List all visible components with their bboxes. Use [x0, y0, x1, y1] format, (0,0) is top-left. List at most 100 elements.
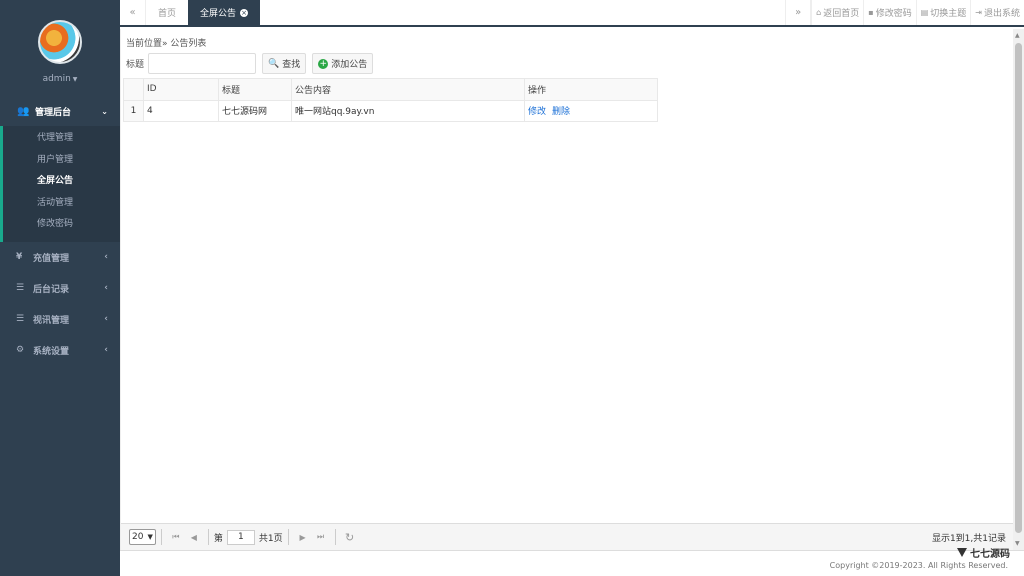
change-password-button[interactable]: ▪ 修改密码 — [863, 0, 915, 25]
tab-scroll-left-button[interactable]: « — [120, 0, 146, 25]
nav-admin-header[interactable]: 👥 管理后台 ⌄ — [0, 96, 120, 126]
edit-link[interactable]: 修改 — [528, 107, 546, 117]
tab-announcements[interactable]: 全屏公告 × — [188, 0, 261, 25]
search-icon: 🔍 — [268, 58, 280, 69]
switch-theme-label: 切换主题 — [930, 9, 967, 19]
lock-icon: ▪ — [868, 8, 874, 17]
column-header-content[interactable]: 公告内容 — [291, 78, 525, 101]
user-menu[interactable]: admin ▼ — [0, 74, 120, 84]
logout-label: 退出系统 — [983, 9, 1020, 19]
search-button-label: 查找 — [282, 60, 301, 70]
title-label: 标题 — [126, 60, 145, 70]
cell-title: 七七源码网 — [218, 99, 292, 122]
divider — [207, 529, 209, 545]
caret-down-icon: ▼ — [72, 76, 78, 83]
main-panel: 当前位置» 公告列表 标题 🔍 查找 + 添加公告 ID 标题 公告内容 操作 1 … — [120, 29, 1014, 550]
logout-button[interactable]: ⇥ 退出系统 — [970, 0, 1024, 25]
yen-icon: ¥ — [16, 252, 23, 263]
close-icon[interactable]: × — [240, 8, 249, 17]
footer: 七七源码 Copyright ©2019-2023. All Rights Re… — [120, 548, 1024, 576]
divider — [160, 529, 162, 545]
page-total: 共1页 — [258, 533, 283, 544]
scrollbar[interactable]: ▲ ▼ — [1013, 29, 1024, 550]
first-page-button[interactable]: ⏮ — [167, 532, 185, 542]
tab-announcements-label: 全屏公告 — [200, 9, 237, 19]
add-announcement-button[interactable]: + 添加公告 — [312, 53, 374, 74]
row-number: 1 — [123, 99, 144, 122]
nav-logs[interactable]: ☰ 后台记录 ‹ — [0, 273, 120, 304]
chevron-down-icon: ⌄ — [101, 106, 108, 116]
change-password-label: 修改密码 — [875, 9, 912, 19]
sidebar-item-announcements[interactable]: 全屏公告 — [3, 171, 120, 193]
sidebar-item-users[interactable]: 用户管理 — [3, 150, 120, 172]
table-header: ID 标题 公告内容 操作 — [123, 78, 658, 101]
nav-logs-label: 后台记录 — [33, 284, 70, 295]
search-button[interactable]: 🔍 查找 — [262, 53, 307, 74]
watermark-logo: 七七源码 — [957, 545, 1010, 560]
chevron-down-icon: ▼ — [147, 533, 153, 541]
nav-video-label: 视讯管理 — [33, 315, 70, 326]
nav-recharge[interactable]: ¥ 充值管理 ‹ — [0, 242, 120, 273]
page-prefix: 第 — [213, 533, 223, 544]
cogs-icon: ⚙ — [16, 345, 25, 356]
tab-scroll-right-button[interactable]: » — [785, 0, 812, 25]
column-header-title[interactable]: 标题 — [218, 78, 292, 101]
watermark-text: 七七源码 — [970, 549, 1010, 560]
chevron-left-icon: ‹ — [104, 283, 108, 294]
topbar: « 首页 全屏公告 × » ⌂ 返回首页 ▪ 修改密码 ▤ 切换主题 ⇥ 退出系统 — [120, 0, 1024, 27]
cell-actions: 修改 删除 — [524, 99, 658, 122]
page-size-value: 20 — [132, 532, 144, 542]
topbar-actions: » ⌂ 返回首页 ▪ 修改密码 ▤ 切换主题 ⇥ 退出系统 — [785, 0, 1024, 25]
nav-settings[interactable]: ⚙ 系统设置 ‹ — [0, 335, 120, 366]
tab-home[interactable]: 首页 — [146, 0, 188, 25]
theme-icon: ▤ — [920, 8, 929, 17]
list-icon: ☰ — [16, 283, 25, 294]
chevron-left-icon: ‹ — [104, 314, 108, 325]
copyright: Copyright ©2019-2023. All Rights Reserve… — [829, 561, 1008, 570]
sidebar-item-activities[interactable]: 活动管理 — [3, 193, 120, 215]
sidebar-item-change-password[interactable]: 修改密码 — [3, 214, 120, 236]
chevron-left-icon: ‹ — [104, 252, 108, 263]
scroll-down-icon[interactable]: ▼ — [1015, 540, 1020, 547]
nav-video[interactable]: ☰ 视讯管理 ‹ — [0, 304, 120, 335]
divider — [334, 529, 336, 545]
chevron-left-icon: ‹ — [104, 345, 108, 356]
prev-page-button[interactable]: ◀ — [185, 533, 203, 542]
announcement-table: ID 标题 公告内容 操作 1 4 七七源码网 唯一网站qq.9ay.vn 修改… — [123, 78, 1011, 122]
scroll-up-icon[interactable]: ▲ — [1015, 32, 1020, 39]
sidebar: admin ▼ 👥 管理后台 ⌄ 代理管理 用户管理 全屏公告 活动管理 修改密码… — [0, 0, 120, 576]
indent-icon: ☰ — [16, 314, 25, 325]
submenu: 代理管理 用户管理 全屏公告 活动管理 修改密码 — [3, 126, 120, 242]
column-header-rownum — [123, 78, 144, 101]
column-header-id[interactable]: ID — [143, 78, 219, 101]
nav-recharge-label: 充值管理 — [33, 253, 70, 264]
delete-link[interactable]: 删除 — [552, 107, 570, 117]
title-search-input[interactable] — [148, 53, 257, 74]
nav-admin-label: 管理后台 — [35, 107, 72, 118]
add-announcement-label: 添加公告 — [331, 60, 368, 70]
switch-theme-button[interactable]: ▤ 切换主题 — [915, 0, 971, 25]
divider — [287, 529, 289, 545]
next-page-button[interactable]: ▶ — [294, 533, 312, 542]
refresh-button[interactable]: ↻ — [341, 531, 359, 544]
page-number-input[interactable]: 1 — [226, 529, 255, 545]
return-home-label: 返回首页 — [823, 9, 860, 19]
search-toolbar: 标题 🔍 查找 + 添加公告 — [126, 53, 374, 74]
home-icon: ⌂ — [816, 8, 822, 17]
last-page-button[interactable]: ⏭ — [312, 532, 330, 542]
return-home-button[interactable]: ⌂ 返回首页 — [811, 0, 863, 25]
sidebar-item-agents[interactable]: 代理管理 — [3, 128, 120, 150]
cell-content: 唯一网站qq.9ay.vn — [291, 99, 525, 122]
nav-group-admin: 👥 管理后台 ⌄ 代理管理 用户管理 全屏公告 活动管理 修改密码 — [0, 96, 120, 242]
nav-settings-label: 系统设置 — [33, 346, 70, 357]
scrollbar-thumb[interactable] — [1015, 43, 1022, 533]
page-size-select[interactable]: 20 ▼ — [129, 529, 156, 545]
avatar[interactable] — [38, 20, 82, 64]
signout-icon: ⇥ — [975, 8, 982, 17]
username: admin — [42, 74, 71, 84]
plus-icon: + — [318, 58, 329, 69]
breadcrumb: 当前位置» 公告列表 — [126, 39, 207, 49]
table-row[interactable]: 1 4 七七源码网 唯一网站qq.9ay.vn 修改 删除 — [123, 99, 658, 122]
column-header-actions: 操作 — [524, 78, 658, 101]
pagination-bar: 20 ▼ ⏮ ◀ 第 1 共1页 ▶ ⏭ ↻ 显示1到1,共1记录 — [121, 523, 1014, 550]
